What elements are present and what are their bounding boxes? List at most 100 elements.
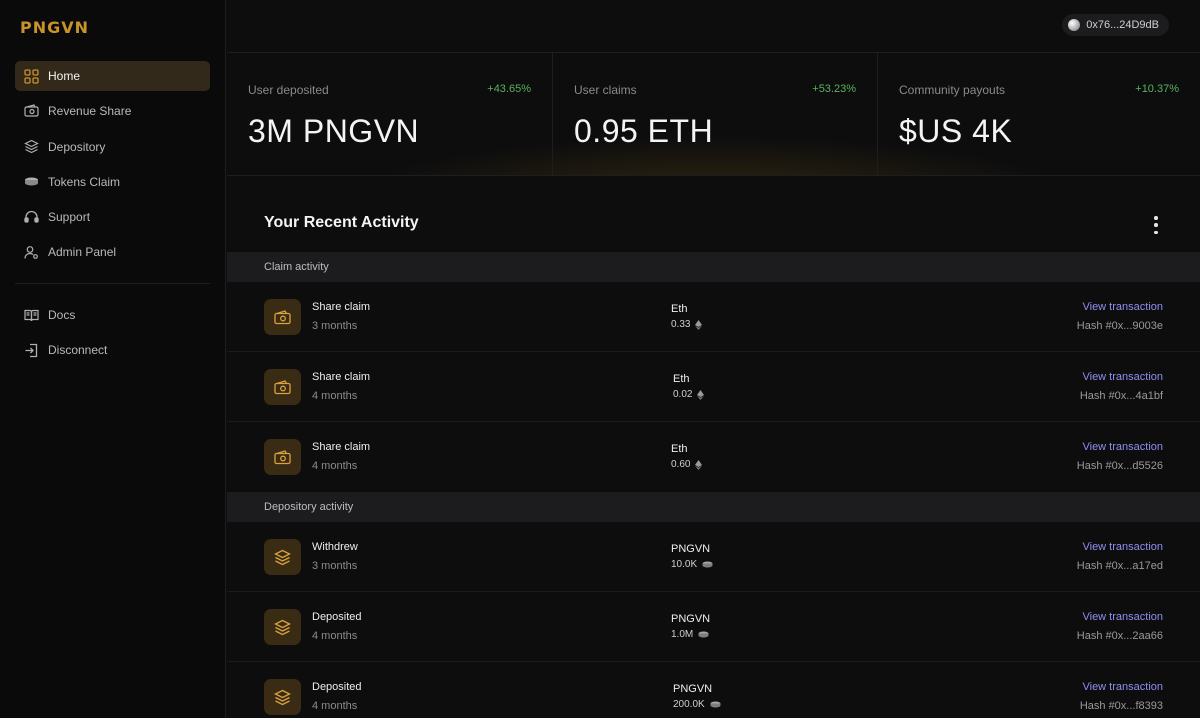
stat-label: User deposited bbox=[248, 83, 329, 97]
activity-time: 3 months bbox=[312, 560, 358, 572]
amount-value: 1.0M bbox=[671, 629, 694, 640]
activity-asset: Eth bbox=[673, 373, 690, 385]
sidebar-item-label: Tokens Claim bbox=[48, 174, 121, 189]
coins-icon bbox=[23, 174, 39, 190]
activity-time: 4 months bbox=[312, 390, 358, 402]
table-row: Share claim 4 months Eth 0.60 View trans… bbox=[227, 422, 1200, 492]
amount-value: 0.60 bbox=[671, 459, 691, 470]
stat-user-claims: User claims +53.23% 0.95 ETH bbox=[553, 53, 877, 176]
view-transaction-link[interactable]: View transaction bbox=[1082, 371, 1163, 383]
stat-value: 0.95 ETH bbox=[574, 113, 714, 149]
table-row: Deposited 4 months PNGVN 1.0M View trans… bbox=[227, 592, 1200, 662]
wallet-icon bbox=[264, 439, 301, 475]
stat-value: $US 4K bbox=[899, 113, 1013, 149]
coin-icon bbox=[698, 631, 709, 638]
activity-amount: 1.0M bbox=[671, 629, 709, 640]
claim-activity-header: Claim activity bbox=[227, 252, 1200, 282]
view-transaction-link[interactable]: View transaction bbox=[1082, 541, 1163, 553]
book-icon bbox=[23, 307, 39, 323]
stat-label: User claims bbox=[574, 83, 637, 97]
stat-label: Community payouts bbox=[899, 83, 1006, 97]
table-row: Withdrew 3 months PNGVN 10.0K View trans… bbox=[227, 522, 1200, 592]
logout-icon bbox=[23, 342, 39, 358]
view-transaction-link[interactable]: View transaction bbox=[1082, 611, 1163, 623]
activity-asset: PNGVN bbox=[671, 613, 711, 625]
activity-title-text: Share claim bbox=[312, 301, 371, 313]
view-transaction-link[interactable]: View transaction bbox=[1082, 301, 1163, 313]
grid-icon bbox=[23, 68, 39, 84]
eth-icon bbox=[695, 459, 703, 470]
coin-icon bbox=[702, 561, 713, 568]
activity-asset: PNGVN bbox=[671, 543, 711, 555]
amount-value: 0.33 bbox=[671, 319, 691, 330]
sidebar-item-label: Support bbox=[48, 210, 91, 225]
sidebar-item-revenue-share[interactable]: Revenue Share bbox=[15, 96, 210, 126]
sidebar-item-disconnect[interactable]: Disconnect bbox=[15, 335, 210, 365]
wallet-address-button[interactable]: 0x76...24D9dB bbox=[1062, 14, 1169, 36]
activity-time: 4 months bbox=[312, 460, 358, 472]
wallet-icon bbox=[264, 369, 301, 405]
stats-panel: User deposited +43.65% 3M PNGVN User cla… bbox=[227, 53, 1200, 176]
transaction-hash: Hash #0x...a17ed bbox=[1076, 560, 1163, 572]
amount-value: 10.0K bbox=[671, 559, 698, 570]
activity-time: 4 months bbox=[312, 700, 358, 712]
layers-icon bbox=[23, 139, 39, 155]
wallet-address: 0x76...24D9dB bbox=[1086, 19, 1159, 31]
sidebar-item-depository[interactable]: Depository bbox=[15, 132, 210, 162]
wallet-avatar-icon bbox=[1068, 19, 1081, 31]
more-options-icon[interactable] bbox=[1150, 216, 1162, 234]
activity-title: Your Recent Activity bbox=[264, 214, 419, 231]
sidebar-item-docs[interactable]: Docs bbox=[15, 300, 210, 330]
activity-title-text: Deposited bbox=[312, 681, 362, 693]
sidebar-item-tokens-claim[interactable]: Tokens Claim bbox=[15, 167, 210, 197]
table-row: Deposited 4 months PNGVN 200.0K View tra… bbox=[227, 662, 1200, 718]
activity-asset: PNGVN bbox=[673, 683, 713, 695]
activity-amount: 10.0K bbox=[671, 559, 713, 570]
table-row: Share claim 3 months Eth 0.33 View trans… bbox=[227, 282, 1200, 352]
top-bar: 0x76...24D9dB bbox=[227, 0, 1200, 53]
activity-asset: Eth bbox=[671, 303, 688, 315]
stat-change: +53.23% bbox=[812, 83, 856, 95]
sidebar-divider bbox=[15, 283, 210, 284]
user-cog-icon bbox=[23, 244, 39, 260]
activity-time: 3 months bbox=[312, 320, 358, 332]
layers-icon bbox=[264, 609, 301, 645]
wallet-icon bbox=[23, 103, 39, 119]
activity-amount: 0.60 bbox=[671, 459, 703, 470]
sidebar-item-admin-panel[interactable]: Admin Panel bbox=[15, 237, 210, 267]
coin-icon bbox=[710, 701, 721, 708]
layers-icon bbox=[264, 679, 301, 715]
sidebar-item-home[interactable]: Home bbox=[15, 61, 210, 91]
sidebar: PNGVN Home Revenue Share Depository Toke… bbox=[0, 0, 226, 718]
sidebar-secondary-nav: Docs Disconnect bbox=[15, 300, 210, 371]
sidebar-item-support[interactable]: Support bbox=[15, 202, 210, 232]
amount-value: 0.02 bbox=[673, 389, 693, 400]
sidebar-item-label: Docs bbox=[48, 308, 76, 322]
amount-value: 200.0K bbox=[673, 699, 705, 710]
wallet-icon bbox=[264, 299, 301, 335]
eth-icon bbox=[695, 319, 703, 330]
eth-icon bbox=[697, 389, 705, 400]
view-transaction-link[interactable]: View transaction bbox=[1082, 441, 1163, 453]
transaction-hash: Hash #0x...2aa66 bbox=[1076, 630, 1163, 642]
activity-title-text: Deposited bbox=[312, 611, 362, 623]
view-transaction-link[interactable]: View transaction bbox=[1082, 681, 1163, 693]
activity-amount: 0.33 bbox=[671, 319, 703, 330]
activity-title-text: Share claim bbox=[312, 371, 371, 383]
transaction-hash: Hash #0x...f8393 bbox=[1079, 700, 1163, 712]
activity-title-text: Share claim bbox=[312, 441, 371, 453]
headset-icon bbox=[23, 209, 39, 225]
brand-logo[interactable]: PNGVN bbox=[20, 18, 89, 37]
stat-change: +43.65% bbox=[487, 83, 531, 95]
stat-community-payouts: Community payouts +10.37% $US 4K bbox=[878, 53, 1200, 176]
activity-amount: 200.0K bbox=[673, 699, 721, 710]
activity-time: 4 months bbox=[312, 630, 358, 642]
stat-user-deposited: User deposited +43.65% 3M PNGVN bbox=[227, 53, 552, 176]
sidebar-item-label: Revenue Share bbox=[48, 104, 132, 119]
sidebar-nav: Home Revenue Share Depository Tokens Cla… bbox=[15, 61, 210, 273]
activity-amount: 0.02 bbox=[673, 389, 705, 400]
sidebar-item-label: Home bbox=[48, 69, 81, 83]
activity-title-text: Withdrew bbox=[312, 541, 358, 553]
table-row: Share claim 4 months Eth 0.02 View trans… bbox=[227, 352, 1200, 422]
stat-change: +10.37% bbox=[1135, 83, 1179, 95]
